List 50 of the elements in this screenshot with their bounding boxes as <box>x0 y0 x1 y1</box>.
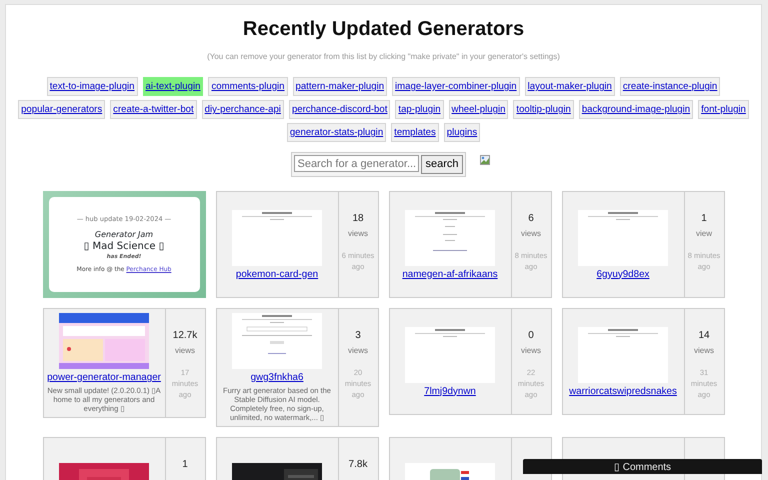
generator-link[interactable]: power-generator-manager <box>47 372 161 383</box>
view-count: 6 <box>528 212 534 226</box>
tag-link[interactable]: create-a-twitter-bot <box>110 100 197 119</box>
view-count: 3 <box>355 329 361 343</box>
view-count: 0 <box>528 329 534 343</box>
tag-link[interactable]: pattern-maker-plugin <box>292 77 388 96</box>
tag-link[interactable]: tap-plugin <box>395 100 444 119</box>
views-label: views <box>348 345 368 357</box>
hint-text: (You can remove your generator from this list by clicking "make private" in your generator's settings) <box>206 51 561 63</box>
broken-image-icon <box>480 155 490 165</box>
view-count: 12.7k <box>172 329 198 343</box>
view-count: 7.8k <box>348 458 368 472</box>
tag-link[interactable]: templates <box>391 123 439 142</box>
generator-link[interactable]: 6gyuy9d8ex <box>596 268 650 280</box>
tag-link[interactable]: create-instance-plugin <box>620 77 720 96</box>
view-count: 14 <box>698 329 710 343</box>
tag-link[interactable]: text-to-image-plugin <box>46 77 138 96</box>
views-label: views <box>348 228 368 240</box>
tag-link[interactable]: background-image-plugin <box>578 100 694 119</box>
tag-link[interactable]: wheel-plugin <box>448 100 508 119</box>
tag-link[interactable]: tooltip-plugin <box>513 100 574 119</box>
tag-link[interactable]: layout-maker-plugin <box>524 77 615 96</box>
generator-link[interactable]: namegen-af-afrikaans <box>402 268 498 280</box>
generator-link[interactable]: pokemon-card-gen <box>236 268 318 280</box>
comments-button[interactable]: ▯ Comments <box>523 459 762 474</box>
tag-link[interactable]: diy-perchance-api <box>202 100 284 119</box>
views-label: views <box>174 345 195 357</box>
views-label: view <box>696 228 712 240</box>
tag-link[interactable]: font-plugin <box>698 100 749 119</box>
generator-link[interactable]: 7lmj9dynwn <box>424 386 476 396</box>
tag-link[interactable]: plugins <box>444 123 480 142</box>
views-label: views <box>694 345 714 357</box>
tag-link[interactable]: ai-text-plugin <box>142 77 204 96</box>
views-label: views <box>520 228 541 240</box>
search-button[interactable]: search <box>421 155 463 174</box>
views-label: views <box>520 345 541 357</box>
generator-link[interactable]: gwg3fnkha6 <box>250 372 304 383</box>
search-field[interactable]: Search for a generator... <box>294 155 420 172</box>
tag-link[interactable]: popular-generators <box>18 100 106 119</box>
tag-link[interactable]: generator-stats-plugin <box>286 123 386 142</box>
banner-heading: Generator Jam <box>94 228 154 241</box>
page-title: Recently Updated Generators <box>242 17 526 41</box>
banner-title: ▯ Mad Science ▯ <box>84 240 164 253</box>
tag-link[interactable]: image-layer-combiner-plugin <box>392 77 520 96</box>
tag-link[interactable]: comments-plugin <box>208 77 288 96</box>
view-count: 18 <box>352 212 364 226</box>
view-count: 1 <box>701 212 707 226</box>
generator-link[interactable]: warriorcatswipredsnakes <box>569 386 677 396</box>
view-count: 1 <box>182 458 188 472</box>
tag-link[interactable]: perchance-discord-bot <box>288 100 390 119</box>
